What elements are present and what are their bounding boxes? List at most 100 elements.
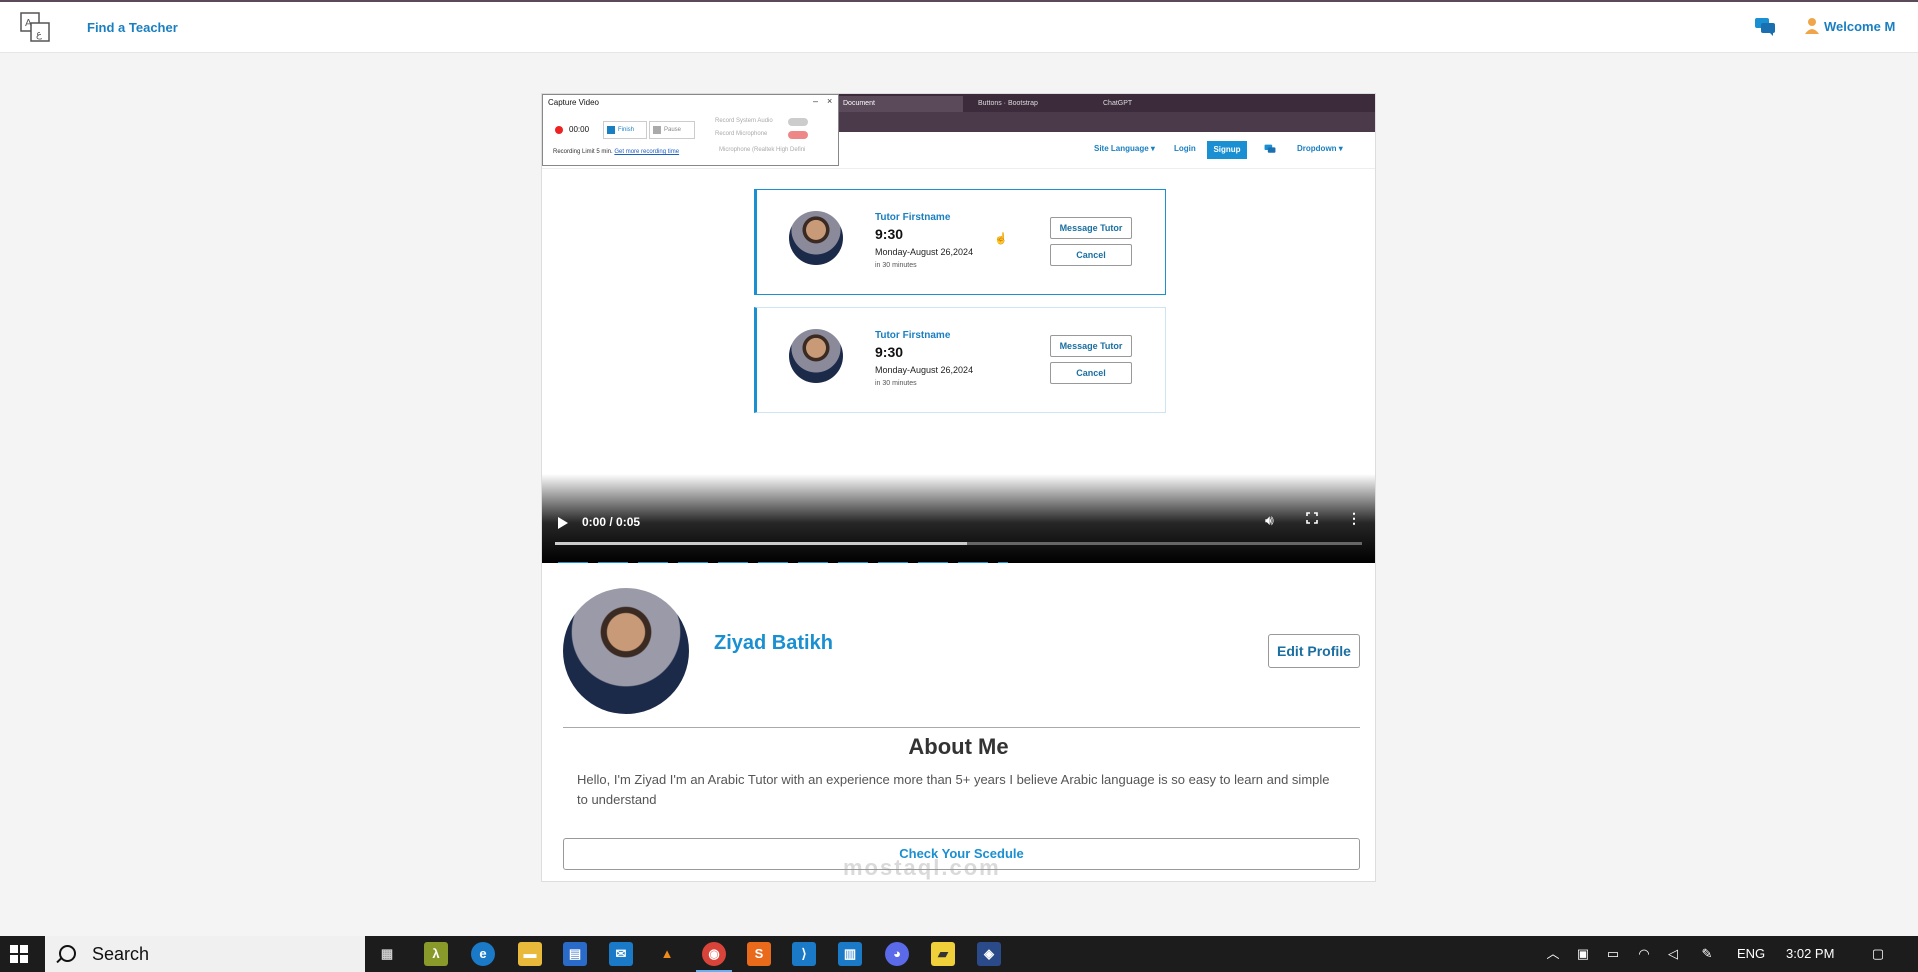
message-tutor-button: Message Tutor (1050, 335, 1132, 357)
tray-chevron-up-icon[interactable]: ︿ (1545, 946, 1561, 962)
play-icon[interactable] (558, 517, 568, 529)
notifications-icon[interactable]: ▢ (1870, 946, 1886, 962)
edit-profile-button[interactable]: Edit Profile (1268, 634, 1360, 668)
svg-text:A: A (25, 18, 32, 29)
recorded-chat-icon (1264, 144, 1276, 153)
watermark: mostaql.com (843, 855, 1001, 880)
capture-pause-label: Pause (664, 127, 682, 133)
wifi-icon[interactable]: ◠ (1636, 946, 1652, 962)
booking-date: Monday-August 26,2024 (875, 247, 974, 257)
welcome-label: Welcome M (1824, 18, 1896, 34)
tutor-avatar (789, 211, 843, 265)
profile-name: Ziyad Batikh (714, 632, 833, 654)
recorded-site-language: Site Language ▾ (1094, 144, 1155, 153)
tutor-avatar (789, 329, 843, 383)
windows-taskbar: Search ▦ λ e ▬ ▤ ✉ ▲ ◉ S ⟩ ▥ ◕ ▰ ◈ ︿ ▣ ▭… (0, 936, 1918, 972)
recorded-dropdown: Dropdown ▾ (1297, 144, 1343, 153)
capture-limit: Recording Limit 5 min. Get more recordin… (553, 149, 679, 155)
chat-icon[interactable] (1754, 17, 1776, 37)
translate-logo-icon[interactable]: A ع (20, 11, 50, 43)
capture-system-audio-option: Record System Audio (715, 118, 773, 124)
task-view-icon[interactable]: ▦ (375, 942, 399, 966)
vlc-icon[interactable]: ▲ (655, 942, 679, 966)
record-dot-icon (555, 126, 563, 134)
video-controls-gradient (542, 474, 1375, 563)
app-icon[interactable]: ◈ (977, 942, 1001, 966)
tutor-name: Tutor Firstname (875, 330, 951, 341)
recorded-tab-buttons: Buttons · Bootstrap (978, 100, 1038, 107)
find-teacher-link[interactable]: Find a Teacher (87, 20, 178, 35)
taskbar-search-label: Search (92, 944, 150, 964)
volume-tray-icon[interactable]: ◁ (1665, 946, 1681, 962)
chrome-icon[interactable]: ◉ (696, 942, 732, 972)
section-divider (563, 727, 1360, 728)
close-icon: × (827, 96, 833, 106)
edge-icon[interactable]: e (471, 942, 495, 966)
sticky-notes-icon[interactable]: ▰ (931, 942, 955, 966)
svg-text:ع: ع (36, 29, 42, 40)
booking-card: Tutor Firstname 9:30 Monday-August 26,20… (754, 307, 1166, 413)
mail-icon[interactable]: ✉ (609, 942, 633, 966)
system-audio-toggle (788, 118, 808, 126)
tutor-name: Tutor Firstname (875, 212, 951, 223)
pen-icon[interactable]: ✎ (1699, 946, 1715, 962)
pause-icon (653, 126, 661, 134)
microphone-toggle (788, 131, 808, 139)
recorded-login: Login (1174, 144, 1196, 153)
capture-finish-label: Finish (618, 127, 635, 133)
booking-card: Tutor Firstname 9:30 Monday-August 26,20… (754, 189, 1166, 295)
store-icon[interactable]: ▤ (563, 942, 587, 966)
capture-limit-text: Recording Limit 5 min. (553, 149, 613, 155)
fullscreen-icon[interactable] (1306, 512, 1318, 524)
message-tutor-button: Message Tutor (1050, 217, 1132, 239)
trello-icon[interactable]: ▥ (838, 942, 862, 966)
capture-title: Capture Video (548, 98, 599, 107)
recorded-tab-document: Document (837, 96, 963, 112)
booking-time: 9:30 (875, 344, 904, 360)
about-title: About Me (908, 734, 1009, 759)
stop-square-icon (607, 126, 615, 134)
language-indicator[interactable]: ENG (1737, 946, 1765, 961)
booking-relative-time: in 30 minutes (875, 262, 917, 269)
profile-avatar (563, 588, 689, 714)
user-menu[interactable]: Welcome M (1804, 17, 1895, 35)
capture-time: 00:00 (569, 125, 590, 134)
hand-cursor-icon: ☝ (994, 233, 1008, 245)
profile-card: Document Buttons · Bootstrap ChatGPT Sit… (541, 93, 1376, 882)
sublime-icon[interactable]: S (747, 942, 771, 966)
more-options-icon[interactable]: ⋮ (1347, 510, 1361, 527)
recorded-tab-chatgpt: ChatGPT (1103, 100, 1133, 107)
lambda-app-icon[interactable]: λ (424, 942, 448, 966)
volume-icon[interactable]: 🔊︎ (1265, 512, 1274, 529)
vscode-icon[interactable]: ⟩ (792, 942, 816, 966)
capture-pause-button: Pause (649, 121, 695, 139)
recorded-signup: Signup (1207, 141, 1247, 159)
clock[interactable]: 3:02 PM (1786, 946, 1834, 961)
capture-microphone-option: Record Microphone (715, 131, 768, 137)
discord-icon[interactable]: ◕ (885, 942, 909, 966)
cancel-booking-button: Cancel (1050, 362, 1132, 384)
file-explorer-icon[interactable]: ▬ (518, 942, 542, 966)
booking-time: 9:30 (875, 226, 904, 242)
intro-video-player[interactable]: Document Buttons · Bootstrap ChatGPT Sit… (542, 94, 1375, 563)
video-progress-bar[interactable] (555, 542, 1362, 545)
capture-limit-link: Get more recording time (614, 149, 680, 155)
cancel-booking-button: Cancel (1050, 244, 1132, 266)
about-text: Hello, I'm Ziyad I'm an Arabic Tutor wit… (577, 772, 1330, 807)
search-icon (59, 945, 76, 962)
user-icon (1805, 18, 1819, 34)
video-bottom-stripe (558, 562, 1008, 563)
windows-start-icon[interactable] (10, 945, 28, 963)
video-progress-fill (555, 542, 967, 545)
booking-relative-time: in 30 minutes (875, 380, 917, 387)
battery-icon[interactable]: ▭ (1605, 946, 1621, 962)
video-time: 0:00 / 0:05 (582, 515, 641, 529)
capture-finish-button: Finish (603, 121, 647, 139)
booking-date: Monday-August 26,2024 (875, 365, 974, 375)
capture-mic-device: Microphone (Realtek High Defini (719, 147, 806, 153)
top-navbar: A ع Find a Teacher Welcome M (0, 2, 1918, 53)
capture-video-window: Capture Video – × 00:00 Finish Pause Rec… (542, 94, 839, 166)
minimize-icon: – (813, 96, 819, 106)
camera-icon[interactable]: ▣ (1575, 946, 1591, 962)
taskbar-search[interactable]: Search (45, 936, 365, 972)
